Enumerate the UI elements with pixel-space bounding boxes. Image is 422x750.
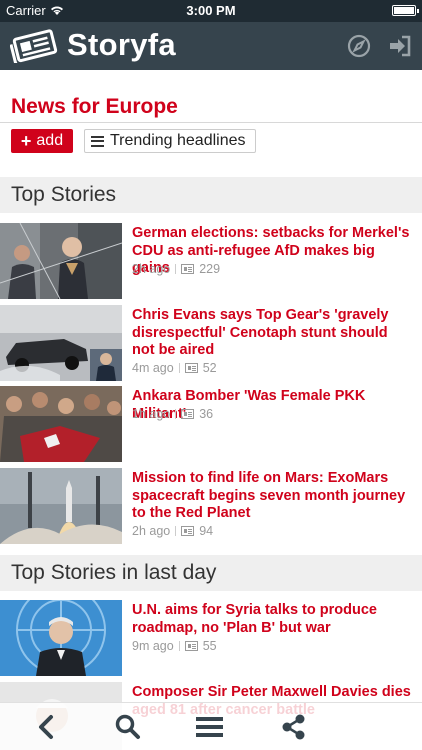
story-title[interactable]: Mission to find life on Mars: ExoMars sp… [132, 470, 412, 523]
story-meta: 9m ago 55 [132, 639, 217, 653]
trending-headlines-button[interactable]: Trending headlines [84, 129, 256, 153]
back-icon[interactable] [33, 713, 61, 741]
story-meta: 1h ago 36 [132, 407, 213, 421]
newspaper-icon [184, 363, 198, 373]
list-icon [91, 135, 104, 147]
add-button[interactable]: + add [11, 129, 73, 153]
story-source-count: 94 [199, 524, 214, 538]
story-thumbnail [0, 600, 122, 676]
meta-separator [175, 409, 177, 419]
newspaper-logo-icon [10, 29, 58, 63]
story-title[interactable]: Chris Evans says Top Gear's 'gravely dis… [132, 307, 412, 360]
story-time: 2h ago [132, 262, 171, 276]
section-header: Top Stories [0, 177, 422, 213]
story-meta: 2h ago 229 [132, 262, 220, 276]
add-button-label: add [36, 132, 64, 149]
newspaper-icon [181, 409, 195, 419]
share-icon[interactable] [280, 713, 308, 741]
story-time: 1h ago [132, 407, 171, 421]
newspaper-icon [184, 641, 198, 651]
trending-headlines-label: Trending headlines [110, 132, 246, 149]
page-title: News for Europe [11, 95, 178, 118]
compass-icon[interactable] [347, 34, 371, 58]
story-time: 4m ago [132, 361, 174, 375]
story-time: 9m ago [132, 639, 174, 653]
app-header: Storyfa [0, 22, 422, 70]
meta-separator [178, 641, 180, 651]
newspaper-icon [181, 526, 195, 536]
sign-in-icon[interactable] [388, 34, 412, 58]
story-title[interactable]: U.N. aims for Syria talks to produce roa… [132, 602, 412, 637]
story-meta: 4m ago 52 [132, 361, 217, 375]
plus-icon: + [20, 131, 32, 151]
bottom-toolbar [0, 702, 422, 750]
story-source-count: 52 [202, 361, 217, 375]
status-bar: Carrier 3:00 PM [0, 0, 422, 22]
story-thumbnail [0, 305, 122, 381]
story-source-count: 55 [202, 639, 217, 653]
story-thumbnail [0, 386, 122, 462]
battery-icon [392, 5, 419, 16]
story-thumbnail [0, 223, 122, 299]
story-source-count: 229 [199, 262, 221, 276]
search-icon[interactable] [114, 713, 142, 741]
story-meta: 2h ago 94 [132, 524, 213, 538]
meta-separator [178, 363, 180, 373]
divider [0, 122, 422, 123]
newspaper-icon [181, 264, 195, 274]
section-header: Top Stories in last day [0, 555, 422, 591]
menu-icon[interactable] [195, 713, 223, 741]
story-time: 2h ago [132, 524, 171, 538]
clock: 3:00 PM [186, 3, 236, 18]
story-source-count: 36 [199, 407, 214, 421]
meta-separator [175, 526, 177, 536]
story-thumbnail [0, 468, 122, 544]
app-title: Storyfa [67, 27, 176, 62]
meta-separator [175, 264, 177, 274]
